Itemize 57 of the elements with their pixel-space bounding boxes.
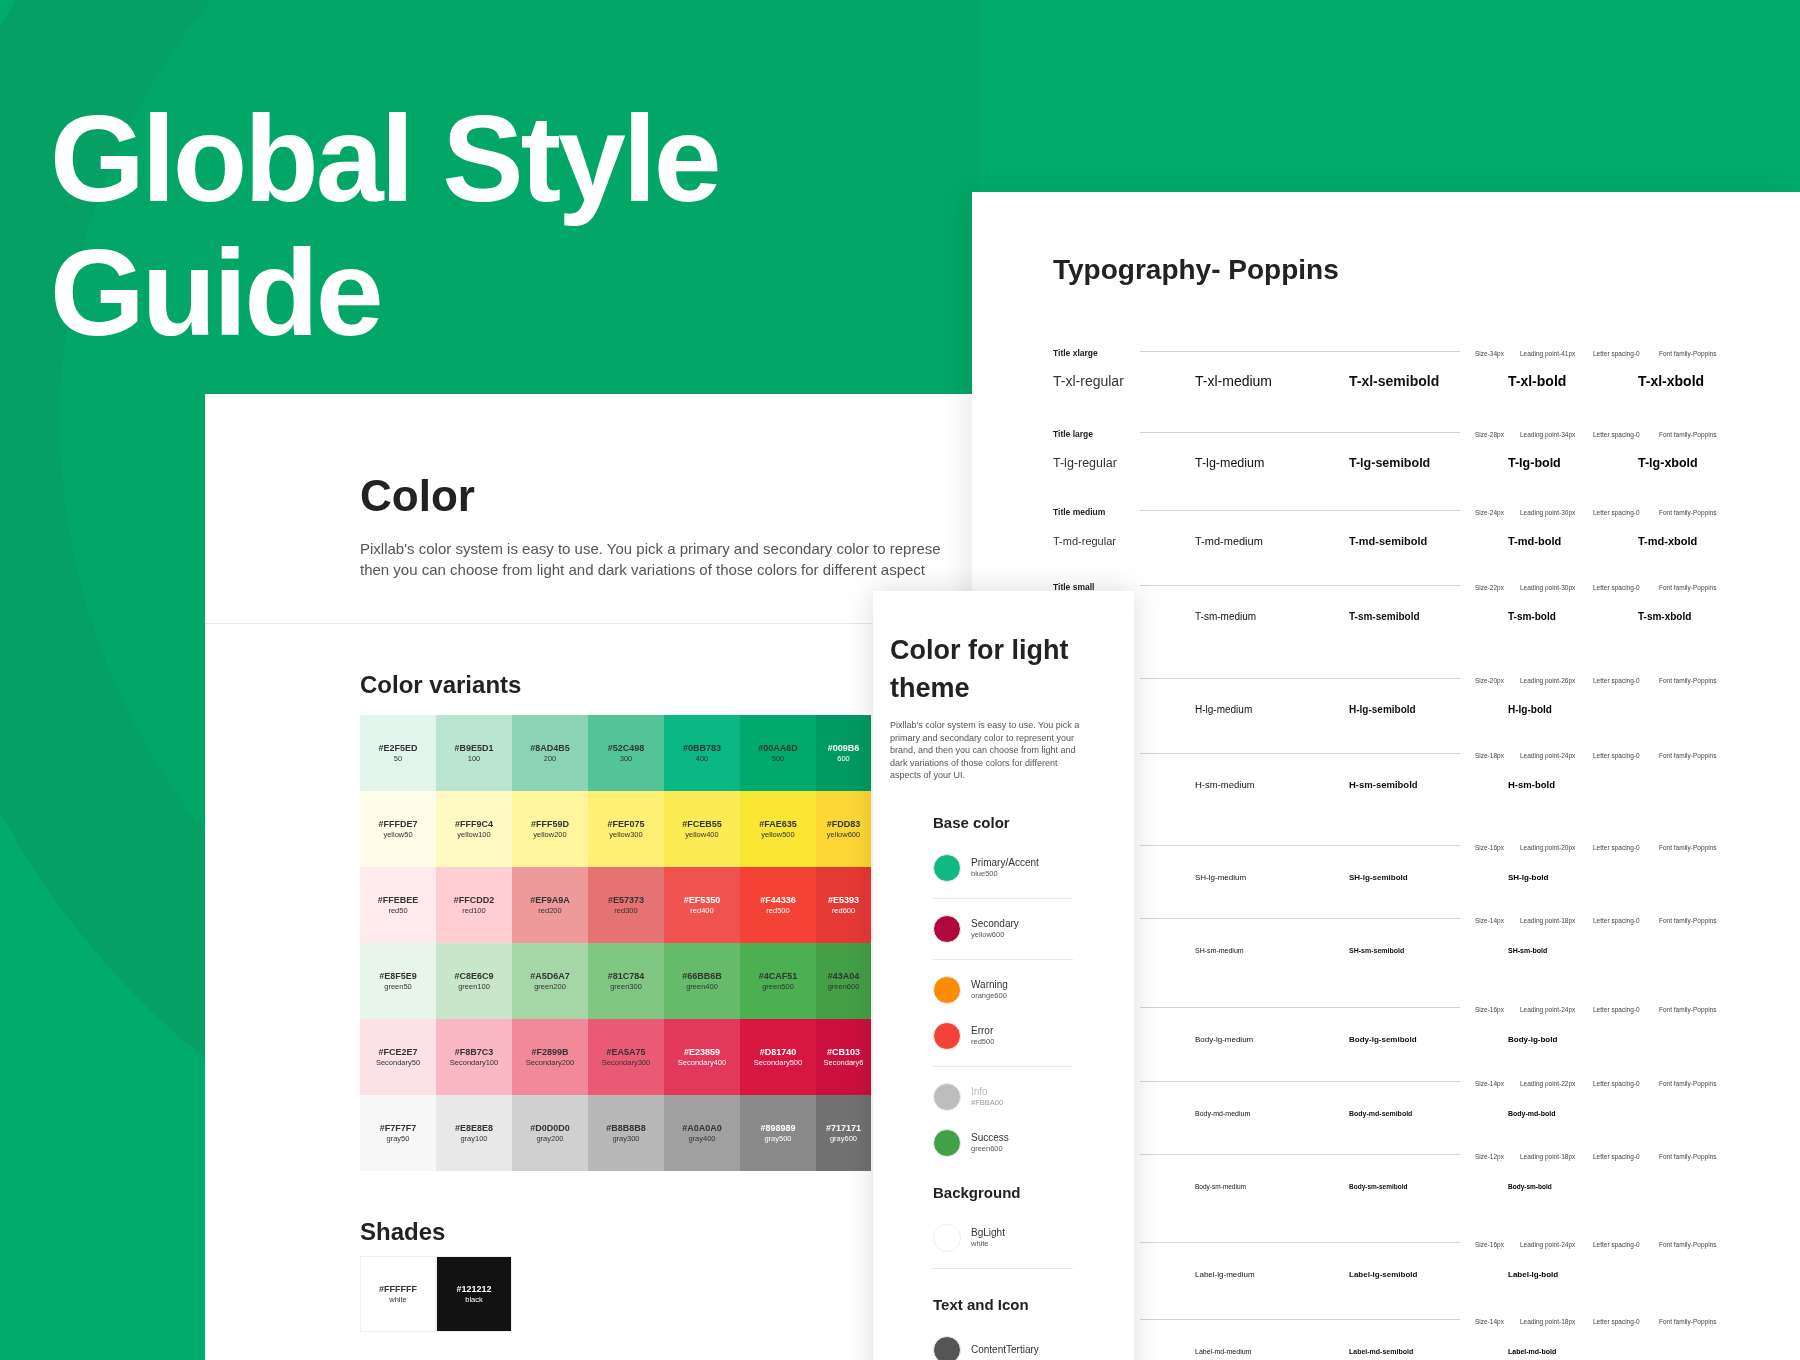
type-sample: Label-lg-medium bbox=[1195, 1270, 1255, 1279]
type-sample: Body-lg-semibold bbox=[1349, 1035, 1417, 1044]
page-title: Global Style Guide bbox=[50, 92, 720, 360]
type-sample: T-lg-medium bbox=[1195, 456, 1265, 470]
type-sample: T-xl-medium bbox=[1195, 373, 1272, 389]
type-sample: SH-lg-bold bbox=[1508, 873, 1549, 882]
type-sample: T-sm-semibold bbox=[1349, 611, 1420, 622]
type-sample: T-lg-xbold bbox=[1638, 456, 1698, 470]
description-text: Pixllab's color system is easy to use. You pick a primary and secondary color to represent your brand, and then you can choose from light and dark variations of those colors for different aspects of your UI. bbox=[890, 719, 1081, 782]
style-label: Title small bbox=[1053, 582, 1095, 592]
style-label: Title large bbox=[1053, 429, 1093, 439]
description-text: Pixllab's color system is easy to use. You pick a primary and secondary color to represe then you can choose from light and dark variations of those colors for different aspect bbox=[360, 539, 942, 580]
section-heading: Color for light theme bbox=[890, 634, 1070, 705]
subsection-heading: Color variants bbox=[360, 670, 522, 700]
section-heading: Typography- Poppins bbox=[1053, 253, 1340, 287]
type-sample: T-md-medium bbox=[1195, 535, 1263, 547]
type-sample: T-md-semibold bbox=[1349, 535, 1428, 547]
type-sample: T-sm-bold bbox=[1508, 611, 1556, 622]
style-label: Title xlarge bbox=[1053, 348, 1098, 358]
type-sample: T-xl-semibold bbox=[1349, 373, 1440, 389]
type-sample: H-lg-medium bbox=[1195, 704, 1253, 715]
subsection-heading: Background bbox=[933, 1182, 1022, 1203]
type-sample: SH-lg-medium bbox=[1195, 873, 1247, 882]
color-name: Error bbox=[971, 1025, 995, 1038]
subsection-heading: Base color bbox=[933, 812, 1011, 833]
section-heading: Color bbox=[360, 470, 476, 522]
type-sample: H-sm-semibold bbox=[1349, 779, 1418, 790]
type-sample: T-sm-xbold bbox=[1638, 611, 1692, 622]
color-name: Secondary bbox=[971, 918, 1019, 931]
style-label: Title medium bbox=[1053, 507, 1106, 517]
type-sample: H-sm-medium bbox=[1195, 779, 1255, 790]
type-sample: T-xl-bold bbox=[1508, 373, 1567, 389]
type-sample: Label-lg-semibold bbox=[1349, 1270, 1418, 1279]
type-sample: H-lg-bold bbox=[1508, 704, 1552, 715]
color-name: Info bbox=[971, 1086, 989, 1099]
type-sample: SH-lg-semibold bbox=[1349, 873, 1408, 882]
type-sample: Body-lg-bold bbox=[1508, 1035, 1558, 1044]
color-name: Success bbox=[971, 1132, 1009, 1145]
type-sample: T-md-bold bbox=[1508, 535, 1562, 547]
type-sample: T-lg-bold bbox=[1508, 456, 1561, 470]
type-sample: H-lg-semibold bbox=[1349, 704, 1416, 715]
type-sample: T-xl-xbold bbox=[1638, 373, 1705, 389]
color-name: Warning bbox=[971, 979, 1008, 992]
type-sample: Label-lg-bold bbox=[1508, 1270, 1559, 1279]
type-sample: T-md-regular bbox=[1053, 535, 1116, 547]
type-sample: T-md-xbold bbox=[1638, 535, 1698, 547]
color-name: BgLight bbox=[971, 1227, 1005, 1240]
type-sample: H-sm-bold bbox=[1508, 779, 1555, 790]
type-sample: T-xl-regular bbox=[1053, 373, 1124, 389]
color-name: ContentTertiary bbox=[971, 1343, 1039, 1356]
color-name: Primary/Accent bbox=[971, 857, 1039, 870]
subsection-heading: Shades bbox=[360, 1217, 446, 1247]
subsection-heading: Text and Icon bbox=[933, 1294, 1030, 1315]
type-sample: T-lg-regular bbox=[1053, 456, 1117, 470]
type-sample: T-lg-semibold bbox=[1349, 456, 1431, 470]
type-sample: T-sm-medium bbox=[1195, 611, 1257, 622]
type-sample: Body-lg-medium bbox=[1195, 1035, 1254, 1044]
